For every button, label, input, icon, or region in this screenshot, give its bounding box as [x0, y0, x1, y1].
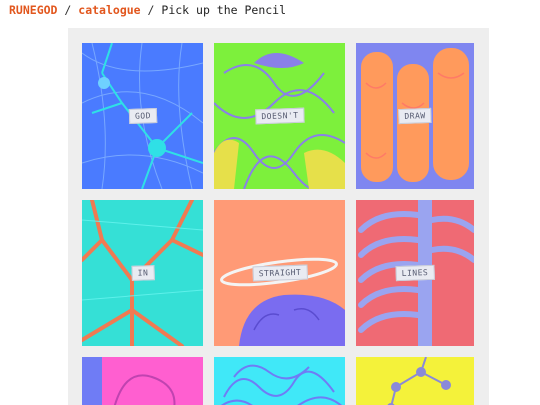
panel-word: GOD: [128, 108, 157, 124]
brain-illustration: [214, 357, 345, 405]
molecule-illustration: [356, 357, 474, 405]
panel-word: DRAW: [398, 107, 432, 125]
breadcrumb-site-link[interactable]: RUNEGOD: [9, 3, 57, 17]
breadcrumb-separator: /: [64, 3, 72, 17]
comic-panel-straight[interactable]: STRAIGHT: [214, 200, 345, 346]
comic-board: GOD DOESN'T DRAW IN STRAIGHT LINES: [68, 28, 489, 405]
comic-panel-doesnt[interactable]: DOESN'T: [214, 43, 345, 189]
page-title: Pick up the Pencil: [161, 3, 287, 17]
comic-panel-row3-middle[interactable]: [214, 357, 345, 405]
breadcrumb-catalogue-link[interactable]: catalogue: [78, 3, 140, 17]
breadcrumb: RUNEGOD / catalogue / Pick up the Pencil: [9, 3, 286, 17]
comic-panel-lines[interactable]: LINES: [356, 200, 474, 346]
panel-word: LINES: [395, 264, 435, 282]
comic-panel-draw[interactable]: DRAW: [356, 43, 474, 189]
comic-panel-in[interactable]: IN: [82, 200, 203, 346]
comic-panel-row3-right[interactable]: [356, 357, 474, 405]
breadcrumb-separator: /: [147, 3, 155, 17]
comic-panel-row3-left[interactable]: [82, 357, 203, 405]
panel-word: STRAIGHT: [251, 264, 308, 282]
comic-panel-god[interactable]: GOD: [82, 43, 203, 189]
panel-word: IN: [130, 265, 155, 281]
heart-illustration: [82, 357, 203, 405]
panel-word: DOESN'T: [254, 107, 305, 125]
